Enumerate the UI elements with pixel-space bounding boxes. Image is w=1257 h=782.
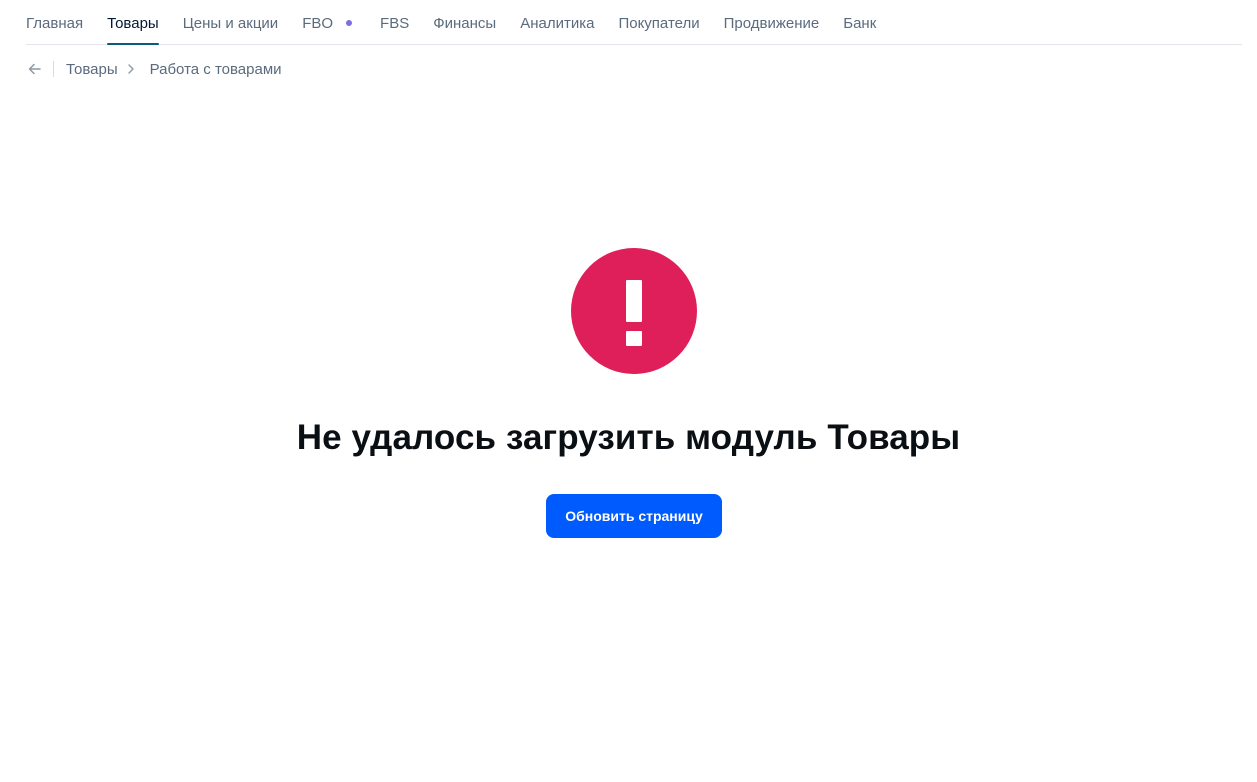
exclamation-icon xyxy=(571,248,697,374)
tab-finance[interactable]: Финансы xyxy=(433,0,496,44)
tab-label: Товары xyxy=(107,14,159,32)
tab-label: Покупатели xyxy=(618,14,700,32)
tab-home[interactable]: Главная xyxy=(26,0,83,44)
breadcrumb: Товары Работа с товарами xyxy=(26,58,282,80)
chevron-right-icon xyxy=(127,64,137,74)
tab-analytics[interactable]: Аналитика xyxy=(520,0,594,44)
breadcrumb-divider xyxy=(53,61,54,77)
tab-label: Аналитика xyxy=(520,14,595,32)
tab-products[interactable]: Товары xyxy=(107,0,159,45)
tab-customers[interactable]: Покупатели xyxy=(618,0,699,44)
tab-label: FBO xyxy=(302,14,334,32)
notification-dot-icon xyxy=(346,20,353,26)
breadcrumb-item-current: Работа с товарами xyxy=(149,60,282,78)
tab-prices-promotions[interactable]: Цены и акции xyxy=(183,0,278,44)
tab-fbo[interactable]: FBO xyxy=(302,0,356,44)
tab-promotion[interactable]: Продвижение xyxy=(724,0,820,44)
tab-label: Цены и акции xyxy=(182,14,279,32)
tab-label: Банк xyxy=(843,14,877,32)
back-button[interactable] xyxy=(26,60,42,78)
breadcrumb-item-products[interactable]: Товары xyxy=(66,61,118,78)
arrow-left-icon xyxy=(28,63,41,75)
tab-label: FBS xyxy=(380,14,410,32)
reload-page-button[interactable]: Обновить страницу xyxy=(546,494,722,538)
tab-bank[interactable]: Банк xyxy=(843,0,876,44)
top-navigation: Главная Товары Цены и акции FBO FBS Фина… xyxy=(26,0,1242,45)
tab-label: Главная xyxy=(26,14,84,32)
tab-fbs[interactable]: FBS xyxy=(380,0,409,44)
tab-label: Продвижение xyxy=(723,14,820,32)
error-title: Не удалось загрузить модуль Товары xyxy=(296,418,961,457)
tab-label: Финансы xyxy=(433,14,497,32)
